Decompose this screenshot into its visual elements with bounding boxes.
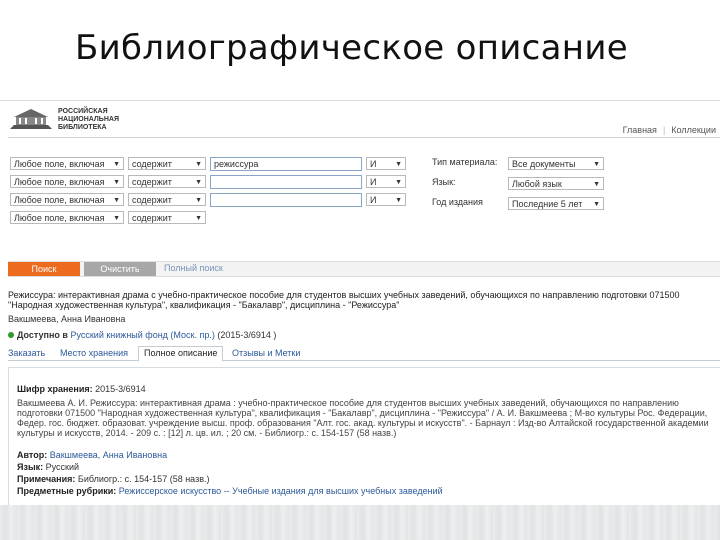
field-select-1[interactable]: Любое поле, включая ▼ [10,157,124,170]
link-collections[interactable]: Коллекции [671,125,716,135]
query-input-1[interactable]: режиссура [210,157,362,171]
logic-select-2[interactable]: И ▼ [366,175,406,188]
query-input-3[interactable] [210,193,362,207]
availability: Доступно в Русский книжный фонд (Моск. п… [8,330,276,340]
record-author: Вакшмеева, Анна Ивановна [8,314,126,324]
bibliographic-description: Вакшмеева А. И. Режиссура: интерактивная… [17,398,709,438]
subject-link[interactable]: Режиссерское искусство -- Учебные издани… [119,486,443,496]
link-home[interactable]: Главная [623,125,657,135]
clear-button[interactable]: Очистить [84,262,156,276]
tab-full-description[interactable]: Полное описание [138,346,224,362]
shelf-mark: Шифр хранения: 2015-3/6914 [17,384,146,394]
tab-reviews-tags[interactable]: Отзывы и Метки [232,348,300,358]
action-bar: Поиск Очистить Полный поиск [8,261,720,277]
full-description-panel: Шифр хранения: 2015-3/6914 Вакшмеева А. … [8,367,720,509]
year-label: Год издания [432,197,483,207]
material-type-select[interactable]: Все документы ▼ [508,157,604,170]
library-name: Российская национальная библиотека [58,108,119,131]
full-search-link[interactable]: Полный поиск [164,263,223,273]
record-title[interactable]: Режиссура: интерактивная драма с учебно-… [8,290,720,310]
field-select-4[interactable]: Любое поле, включая ▼ [10,211,124,224]
year-select[interactable]: Последние 5 лет ▼ [508,197,604,210]
operator-select-1[interactable]: содержит ▼ [128,157,206,170]
decorative-bottom-strip [0,505,720,540]
search-form: Любое поле, включая ▼ содержит ▼ режиссура… [8,145,720,263]
detail-author: Автор: Вакшмеева, Анна Ивановна [17,450,168,460]
detail-language: Язык: Русский [17,462,80,472]
operator-select-4[interactable]: содержит ▼ [128,211,206,224]
detail-subjects: Предметные рубрики: Режиссерское искусст… [17,486,443,496]
library-logo-icon [10,109,52,129]
operator-select-3[interactable]: содержит ▼ [128,193,206,206]
language-label: Язык: [432,177,456,187]
field-select-2[interactable]: Любое поле, включая ▼ [10,175,124,188]
query-input-2[interactable] [210,175,362,189]
library-catalog-screenshot: Российская национальная библиотека Главн… [0,100,720,511]
logic-select-3[interactable]: И ▼ [366,193,406,206]
available-status-icon [8,332,14,338]
top-links: Главная | Коллекции [622,125,716,135]
record-tabs: Заказать Место хранения Полное описание … [8,346,720,362]
operator-select-2[interactable]: содержит ▼ [128,175,206,188]
tab-location[interactable]: Место хранения [60,348,128,358]
logic-select-1[interactable]: И ▼ [366,157,406,170]
slide-title: Библиографическое описание [75,28,628,68]
holding-location-link[interactable]: Русский книжный фонд (Моск. пр.) [70,330,214,340]
author-link[interactable]: Вакшмеева, Анна Ивановна [50,450,167,460]
header-divider [8,137,720,138]
language-select[interactable]: Любой язык ▼ [508,177,604,190]
material-type-label: Тип материала: [432,157,498,167]
tab-order[interactable]: Заказать [8,348,45,358]
detail-notes: Примечания: Библиогр.: с. 154-157 (58 на… [17,474,210,484]
search-button[interactable]: Поиск [8,262,80,276]
field-select-3[interactable]: Любое поле, включая ▼ [10,193,124,206]
